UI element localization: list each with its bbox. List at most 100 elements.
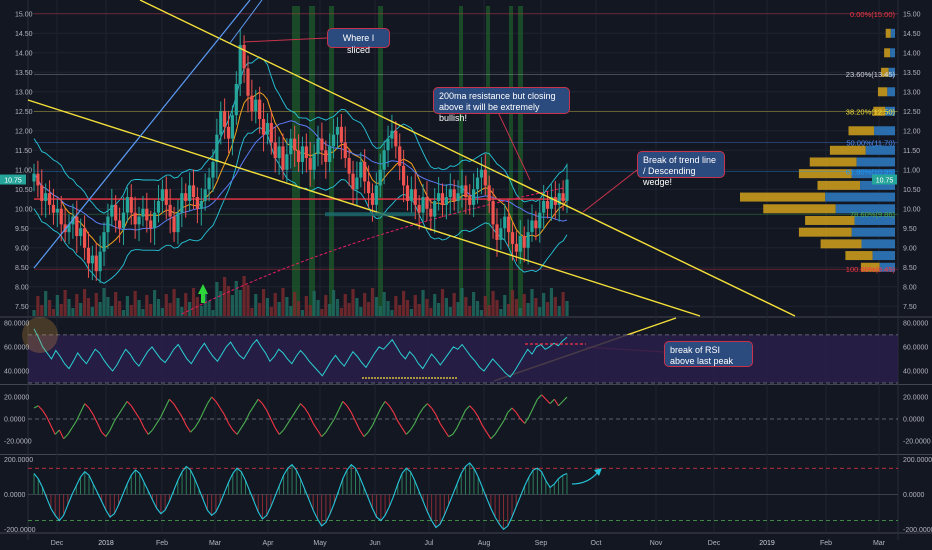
volume-bar (421, 290, 425, 316)
candle-body (149, 220, 153, 229)
candle-body (273, 142, 277, 159)
candle-body (114, 204, 118, 221)
annotation-where-sliced[interactable]: Where I sliced (327, 28, 390, 55)
candle-body (324, 150, 328, 162)
candle-body (355, 177, 359, 190)
volume-bar (168, 303, 172, 316)
annotation-200ma-resistance[interactable]: 200ma resistance but closing above it wi… (433, 87, 570, 123)
candle-body (211, 161, 215, 178)
volume-bar (226, 286, 231, 316)
volume-bar (475, 301, 480, 316)
candle-body (293, 138, 297, 151)
volume-bar (503, 295, 507, 316)
annotation-wedge-break[interactable]: Break of trend line / Descending wedge! (637, 151, 725, 187)
volume-bar (495, 300, 499, 316)
candle-body (153, 212, 157, 229)
volume-bar (110, 306, 114, 316)
volume-bar (425, 299, 429, 316)
fib-label-5: 78.60%(9.86) (850, 210, 896, 219)
vp-bar-down (856, 157, 895, 167)
volume-bar (114, 292, 118, 316)
rsi-tick-left-1: 60.0000 (4, 344, 29, 351)
volume-bar (250, 308, 254, 316)
candle-body (542, 200, 546, 213)
vp-bar-down (851, 227, 895, 237)
volume-bar (133, 291, 137, 316)
volume-bar (261, 289, 266, 316)
volume-bar (557, 306, 561, 316)
volume-bar (386, 301, 390, 316)
candle-body (417, 204, 421, 213)
candle-body (405, 185, 410, 201)
price-tick-left-1: 14.50 (15, 31, 33, 38)
volume-bar (180, 307, 184, 316)
candle-body (102, 232, 106, 252)
annotation-rsi-break[interactable]: break of RSI above last peak (664, 341, 753, 367)
volume-bar (141, 309, 145, 316)
volume-bar (460, 288, 464, 316)
momentum-tick-right-0: 20.0000 (903, 395, 928, 402)
candle-body (308, 158, 312, 170)
volume-bar (530, 289, 534, 316)
candle-body (507, 216, 511, 233)
volume-bar (102, 288, 106, 316)
volume-bar (499, 309, 503, 316)
candle-body (203, 189, 207, 201)
volume-bar (538, 307, 542, 316)
candle-body (110, 204, 114, 217)
candle-body (238, 44, 242, 84)
volume-bar (491, 291, 495, 316)
candle-body (141, 208, 145, 217)
candle-body (250, 95, 254, 112)
candle-body (409, 189, 413, 201)
volume-bar (153, 290, 157, 316)
candle-body (168, 204, 172, 217)
volume-bar (409, 309, 413, 316)
volume-bar (258, 303, 262, 316)
candle-body (47, 193, 52, 205)
volume-bar (86, 298, 91, 316)
candle-body (437, 193, 441, 201)
vp-bar-up (845, 251, 873, 261)
price-tick-right-11: 9.50 (903, 226, 917, 233)
vp-bar-up (740, 192, 826, 202)
volume-bar (359, 307, 363, 316)
candle-body (456, 193, 460, 201)
volume-bar (59, 304, 63, 316)
candle-body (366, 181, 371, 194)
vp-bar-up (877, 87, 888, 97)
x-tick-5: May (313, 540, 327, 547)
volume-bar (40, 305, 44, 316)
candle-body (464, 185, 468, 198)
volume-bar (36, 296, 40, 316)
candle-body (242, 44, 246, 69)
volume-bar (121, 310, 126, 316)
osc-tick-left-0: 200.0000 (4, 457, 33, 464)
candle-body (320, 138, 324, 151)
volume-bar (545, 302, 550, 316)
osc-tick-right-1: 0.0000 (903, 492, 925, 499)
candle-body (351, 173, 355, 190)
last-price-label-right: 10.75 (876, 178, 894, 185)
volume-bar (553, 297, 557, 316)
candle-body (304, 146, 308, 159)
volume-bar (242, 276, 246, 316)
candle-body (188, 185, 192, 201)
volume-bar (207, 301, 211, 316)
volume-bar (378, 306, 382, 316)
x-tick-2: Feb (156, 540, 168, 547)
volume-bar (304, 296, 308, 316)
price-tick-right-0: 15.00 (903, 11, 921, 18)
volume-bar (464, 297, 468, 316)
candle-body (398, 146, 402, 166)
volume-bar (79, 303, 83, 316)
candle-body (468, 197, 472, 205)
volume-bar (456, 302, 460, 316)
candle-body (145, 208, 149, 221)
volume-bar (437, 303, 441, 316)
volume-bar (63, 290, 67, 316)
volume-bar (238, 290, 242, 316)
vp-bar-down (872, 251, 895, 261)
vp-bar-up (763, 204, 836, 214)
price-tick-right-13: 8.50 (903, 265, 917, 272)
